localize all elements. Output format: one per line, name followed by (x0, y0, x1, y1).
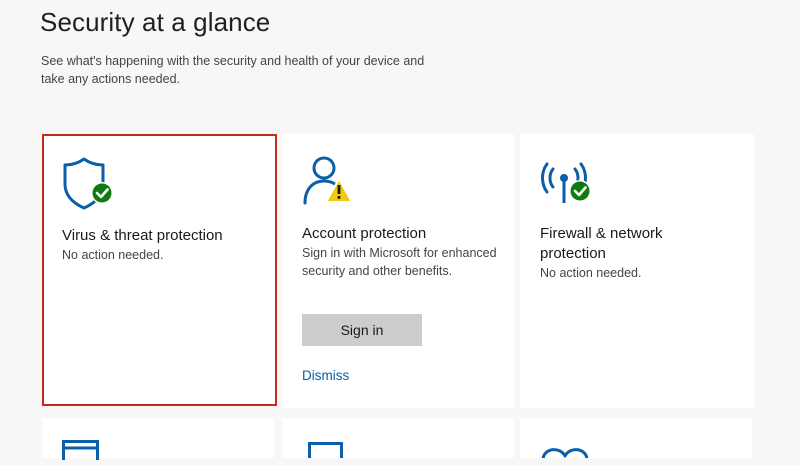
dismiss-link[interactable]: Dismiss (302, 368, 349, 383)
tile-account-protection[interactable]: Account protection Sign in with Microsof… (282, 134, 514, 408)
shield-check-icon (62, 154, 126, 218)
page-subtitle: See what's happening with the security a… (41, 54, 425, 86)
page-title: Security at a glance (40, 7, 271, 37)
tile-firewall-network-protection[interactable]: Firewall & network protection No action … (520, 134, 754, 408)
tile-description: Sign in with Microsoft for enhanced secu… (302, 246, 497, 278)
device-icon (308, 442, 348, 465)
tile-app-browser-control[interactable] (42, 418, 274, 465)
sign-in-button[interactable]: Sign in (302, 314, 422, 346)
tile-title: Account protection (302, 225, 427, 242)
tile-device-security[interactable] (282, 418, 514, 465)
tile-status: No action needed. (540, 266, 642, 280)
antenna-check-icon (540, 152, 604, 216)
tile-device-performance-health[interactable] (520, 418, 752, 462)
tile-title: Virus & threat protection (62, 227, 223, 244)
tile-status: No action needed. (62, 248, 164, 262)
app-window-icon (62, 440, 102, 465)
tile-title: Firewall & network protection (540, 225, 663, 262)
person-warning-icon (302, 152, 366, 216)
tile-virus-threat-protection[interactable]: Virus & threat protection No action need… (42, 134, 277, 406)
